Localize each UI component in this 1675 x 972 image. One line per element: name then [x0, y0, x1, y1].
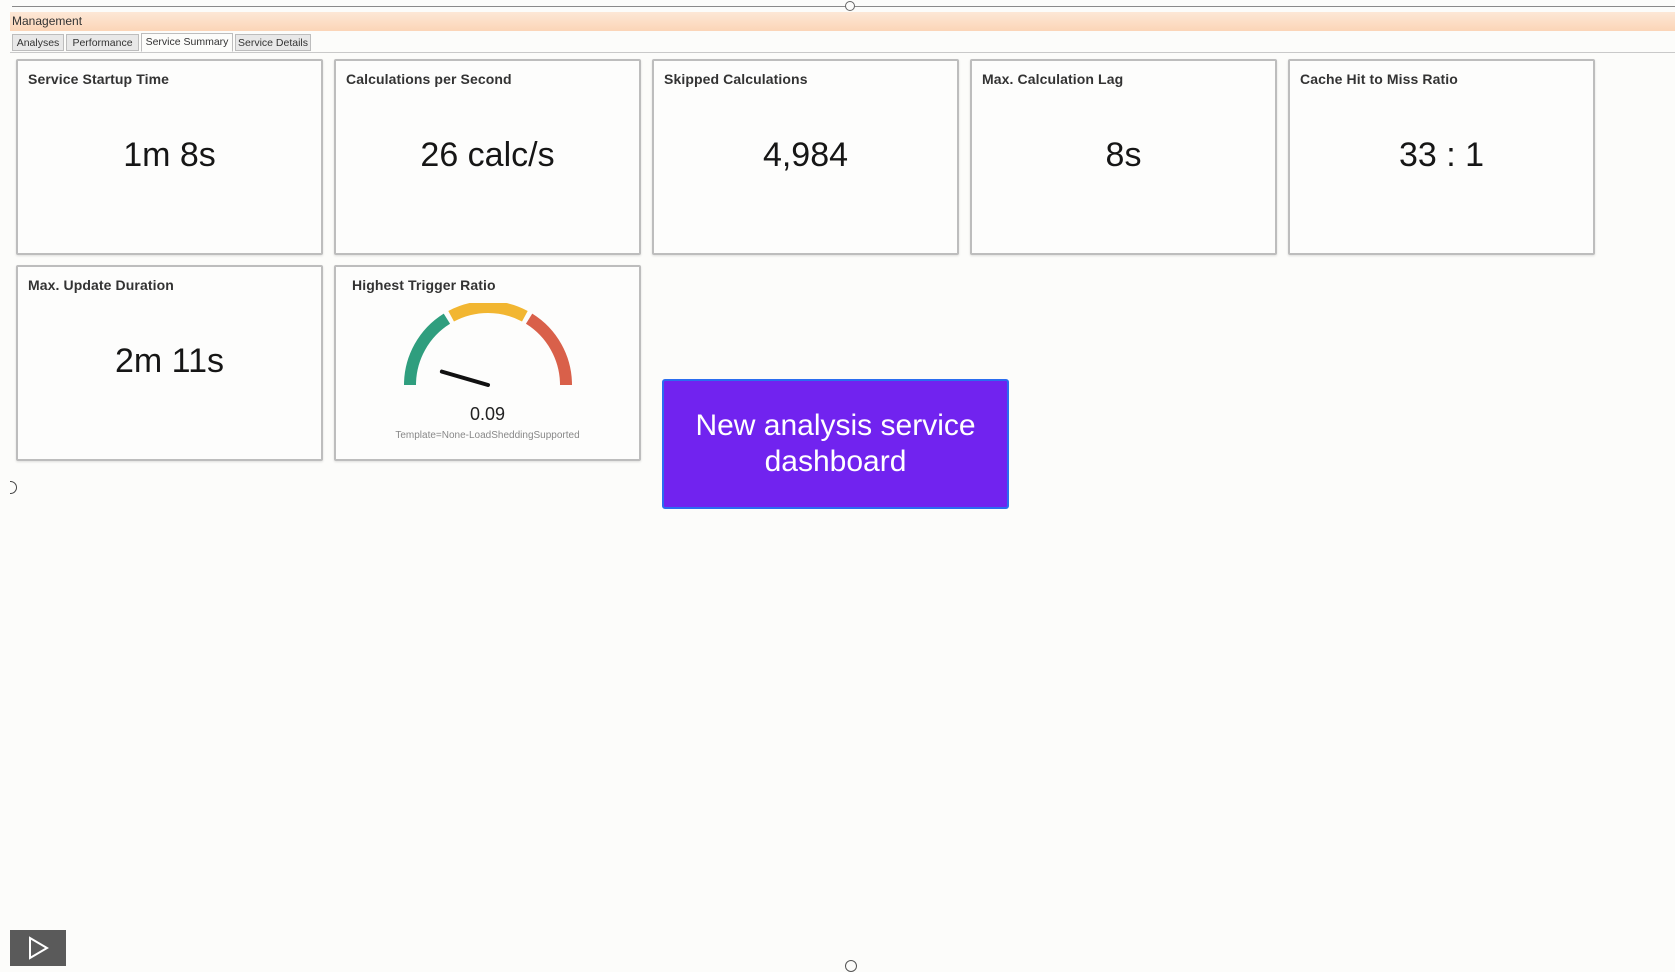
gauge-band-high	[525, 313, 572, 386]
top-divider	[12, 6, 1675, 7]
tile-title: Skipped Calculations	[664, 71, 808, 87]
banner-text: New analysis service dashboard	[695, 409, 976, 478]
tab-strip: Analyses Performance Service Summary Ser…	[10, 33, 1675, 53]
announcement-banner: New analysis service dashboard	[662, 379, 1009, 509]
tile-value: 4,984	[762, 136, 849, 174]
tab-service-summary[interactable]: Service Summary	[141, 33, 233, 52]
gauge-caption: Template=None-LoadSheddingSupported	[395, 430, 580, 441]
gauge-needle	[439, 369, 490, 387]
tile-value: 1m 8s	[123, 136, 216, 174]
tile-skipped-calculations[interactable]: Skipped Calculations 4,984	[652, 59, 959, 255]
tile-value: 2m 11s	[115, 342, 224, 380]
gauge-band-low	[404, 313, 451, 386]
gauge-band-mid	[448, 303, 528, 322]
tile-value: 8s	[1105, 136, 1142, 174]
tile-title: Calculations per Second	[346, 71, 512, 87]
tile-max-calculation-lag[interactable]: Max. Calculation Lag 8s	[970, 59, 1277, 255]
tile-title: Max. Update Duration	[28, 277, 174, 293]
tile-max-update-duration[interactable]: Max. Update Duration 2m 11s	[16, 265, 323, 461]
play-icon	[29, 936, 49, 960]
gauge-chart	[404, 303, 572, 387]
tile-service-startup-time[interactable]: Service Startup Time 1m 8s	[16, 59, 323, 255]
tile-cache-hit-to-miss-ratio[interactable]: Cache Hit to Miss Ratio 33 : 1	[1288, 59, 1595, 255]
tab-analyses[interactable]: Analyses	[12, 34, 64, 51]
window-titlebar: Management	[10, 12, 1675, 31]
tab-service-details[interactable]: Service Details	[235, 34, 311, 51]
tile-title: Service Startup Time	[28, 71, 170, 87]
tile-highest-trigger-ratio[interactable]: Highest Trigger Ratio 0.09 Template=None…	[334, 265, 641, 461]
tile-value: 33 : 1	[1398, 136, 1485, 174]
tile-calculations-per-second[interactable]: Calculations per Second 26 calc/s	[334, 59, 641, 255]
resize-handle-left[interactable]	[10, 481, 17, 494]
gauge-value: 0.09	[469, 404, 506, 424]
resize-handle-top[interactable]	[845, 1, 855, 11]
tile-value: 26 calc/s	[420, 136, 555, 174]
play-button[interactable]	[10, 930, 66, 966]
tile-title: Max. Calculation Lag	[982, 71, 1124, 87]
tab-performance[interactable]: Performance	[66, 34, 139, 51]
tile-title: Cache Hit to Miss Ratio	[1300, 71, 1458, 87]
resize-handle-bottom[interactable]	[845, 960, 857, 972]
window-title: Management	[12, 14, 83, 28]
gauge-title: Highest Trigger Ratio	[352, 277, 496, 293]
